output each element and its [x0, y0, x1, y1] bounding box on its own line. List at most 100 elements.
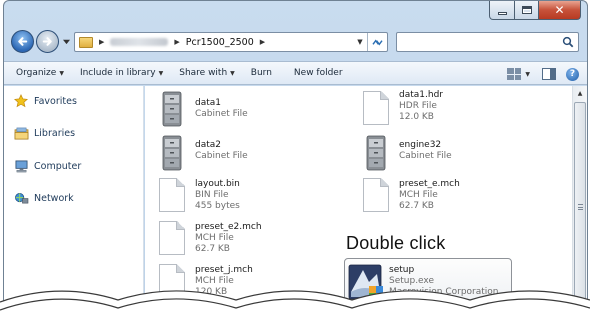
address-row: ▶ ▶ Pcr1500_2500 ▶ ▼	[4, 28, 587, 56]
file-size: 62.7 KB	[399, 201, 434, 211]
file-name: preset_e.mch	[399, 179, 460, 189]
cabinet-icon	[357, 133, 393, 173]
view-options-dropdown[interactable]: ▼	[525, 71, 530, 78]
help-icon[interactable]: ?	[566, 67, 579, 81]
command-bar: Organize ▼ Include in library ▼ Share with…	[4, 61, 587, 85]
double-click-annotation: Double click	[346, 233, 446, 253]
explorer-window: ✕ ▶ ▶ Pcr1500_2500 ▶ ▼ Organize ▼ Includ…	[3, 0, 588, 326]
file-item-layout-bin[interactable]: layout.bin BIN File 455 bytes	[153, 176, 240, 216]
chevron-down-icon	[62, 39, 70, 44]
file-meta: engine32 Cabinet File	[399, 133, 452, 162]
file-size: 62.7 KB	[195, 244, 230, 254]
document-icon	[357, 176, 393, 216]
file-size: 12.0 KB	[399, 112, 434, 122]
include-in-library-menu[interactable]: Include in library ▼	[64, 68, 163, 78]
nav-item-libraries[interactable]: Libraries	[13, 126, 75, 140]
nav-label-computer: Computer	[34, 160, 82, 172]
scrollbar-thumb[interactable]	[574, 102, 586, 317]
file-item-data1[interactable]: data1 Cabinet File	[153, 89, 248, 129]
file-name: preset_e2.mch	[195, 222, 262, 232]
share-with-menu[interactable]: Share with ▼	[163, 68, 235, 78]
minimize-button[interactable]	[489, 1, 515, 20]
star-icon	[13, 94, 29, 108]
address-bar[interactable]: ▶ ▶ Pcr1500_2500 ▶ ▼	[74, 32, 388, 52]
preview-pane-icon[interactable]	[542, 68, 556, 80]
file-item-data2[interactable]: data2 Cabinet File	[153, 133, 248, 173]
document-icon	[153, 176, 189, 216]
forward-button[interactable]	[36, 30, 59, 53]
nav-label-favorites: Favorites	[34, 95, 77, 107]
address-bar-controls: ▼	[353, 33, 387, 51]
window-caption-buttons: ✕	[489, 1, 581, 21]
file-item-preset-e2-mch[interactable]: preset_e2.mch MCH File 62.7 KB	[153, 219, 262, 259]
nav-label-libraries: Libraries	[34, 127, 76, 139]
nav-item-favorites[interactable]: Favorites	[13, 94, 77, 108]
file-meta: data2 Cabinet File	[195, 133, 248, 162]
breadcrumb-separator[interactable]: ▶	[174, 38, 179, 46]
file-meta: data1 Cabinet File	[195, 89, 248, 120]
file-type: Cabinet File	[399, 151, 452, 161]
file-name: data1	[195, 98, 221, 108]
burn-button[interactable]: Burn	[235, 68, 272, 78]
file-type: Setup.exe	[389, 276, 435, 286]
file-size: 455 bytes	[195, 201, 240, 211]
file-name: layout.bin	[195, 179, 240, 189]
nav-item-network[interactable]: Network	[13, 191, 74, 205]
file-item-data1-hdr[interactable]: data1.hdr HDR File 12.0 KB	[357, 89, 443, 129]
file-item-engine32[interactable]: engine32 Cabinet File	[357, 133, 452, 173]
file-meta: data1.hdr HDR File 12.0 KB	[399, 89, 443, 123]
library-icon	[13, 126, 29, 140]
folder-icon	[79, 36, 93, 48]
refresh-icon	[372, 39, 383, 45]
organize-menu[interactable]: Organize ▼	[4, 68, 64, 78]
arrow-right-icon	[42, 37, 52, 46]
network-icon	[13, 191, 29, 205]
file-name: data1.hdr	[399, 90, 443, 100]
search-input[interactable]	[396, 32, 579, 52]
toolbar-right-controls: ▼ ?	[507, 66, 579, 82]
refresh-button[interactable]	[367, 33, 387, 51]
arrow-left-icon	[18, 37, 28, 46]
minimize-icon	[497, 11, 507, 15]
file-meta: preset_e.mch MCH File 62.7 KB	[399, 176, 460, 212]
file-name: engine32	[399, 140, 442, 150]
breadcrumb-current-folder[interactable]: Pcr1500_2500	[186, 37, 254, 48]
file-meta: layout.bin BIN File 455 bytes	[195, 176, 240, 212]
share-label: Share with	[179, 68, 228, 78]
breadcrumb-separator[interactable]: ▶	[99, 38, 104, 46]
cabinet-icon	[153, 89, 189, 129]
file-type: HDR File	[399, 101, 437, 111]
document-icon	[357, 89, 393, 129]
address-history-dropdown[interactable]: ▼	[353, 38, 367, 46]
new-folder-button[interactable]: New folder	[272, 68, 343, 78]
close-button[interactable]: ✕	[539, 1, 581, 20]
file-type: Cabinet File	[195, 109, 248, 119]
file-type: MCH File	[195, 276, 234, 286]
recent-pages-dropdown[interactable]	[61, 36, 71, 46]
grip-icon	[578, 204, 583, 210]
breadcrumb-separator[interactable]: ▶	[260, 38, 265, 46]
file-item-preset-e-mch[interactable]: preset_e.mch MCH File 62.7 KB	[357, 176, 460, 216]
nav-item-computer[interactable]: Computer	[13, 159, 81, 173]
file-type: BIN File	[195, 190, 229, 200]
maximize-button[interactable]	[515, 1, 539, 20]
file-name: setup	[389, 265, 415, 275]
back-button[interactable]	[11, 30, 34, 53]
file-name: data2	[195, 140, 221, 150]
close-icon: ✕	[554, 3, 565, 17]
file-type: MCH File	[195, 233, 234, 243]
file-name: preset_j.mch	[195, 265, 253, 275]
file-type: Cabinet File	[195, 151, 248, 161]
computer-icon	[13, 159, 29, 173]
file-meta: preset_e2.mch MCH File 62.7 KB	[195, 219, 262, 255]
redacted-breadcrumb[interactable]	[110, 38, 169, 46]
file-type: MCH File	[399, 190, 438, 200]
nav-label-network: Network	[34, 192, 74, 204]
cabinet-icon	[153, 133, 189, 173]
search-icon	[562, 36, 574, 48]
maximize-icon	[521, 6, 532, 14]
scroll-up-button[interactable]: ▲	[573, 86, 587, 101]
organize-label: Organize	[16, 68, 57, 78]
change-view-icon[interactable]	[507, 68, 522, 80]
include-label: Include in library	[79, 68, 156, 78]
